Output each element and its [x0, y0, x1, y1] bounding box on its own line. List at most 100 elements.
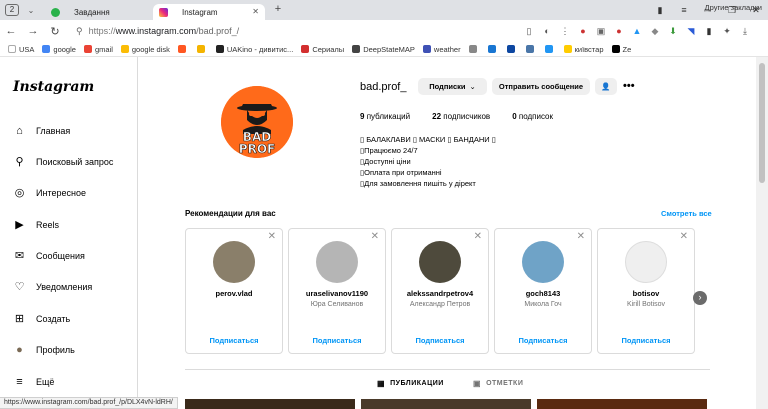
suggestion-username[interactable]: goch8143 [495, 289, 591, 298]
bookmark-item[interactable]: UAKino - дивитис... [215, 45, 293, 54]
sidebar-item-heart[interactable]: ♡ Уведомления [13, 280, 93, 293]
forward-icon[interactable]: → [22, 25, 44, 37]
scrollbar-thumb[interactable] [759, 63, 765, 183]
suggestion-card[interactable]: ✕ goch8143 Микола Гоч Подписаться [494, 228, 592, 354]
extension-icon[interactable]: ● [574, 26, 592, 36]
suggestion-card[interactable]: ✕ perov.vlad Подписаться [185, 228, 283, 354]
bookmark-page-icon[interactable]: ▯ [520, 26, 538, 37]
download-icon[interactable]: ⬇ [664, 26, 682, 37]
bookmark-item[interactable] [196, 45, 208, 53]
dismiss-icon[interactable]: ✕ [371, 231, 379, 242]
follow-button[interactable]: Подписаться [495, 336, 591, 345]
suggestion-username[interactable]: alekssandrpetrov4 [392, 289, 488, 298]
tab-tagged[interactable]: ▣ ОТМЕТКИ [473, 379, 523, 388]
tab-list-chevron-icon[interactable]: ⌄ [25, 6, 37, 15]
dismiss-icon[interactable]: ✕ [474, 231, 482, 242]
account-icon[interactable]: ◐ [538, 26, 556, 36]
extension-icon[interactable]: ● [610, 26, 628, 36]
bookmark-item[interactable] [177, 45, 189, 53]
extensions-icon[interactable]: ✦ [718, 26, 736, 37]
more-options-icon[interactable]: ••• [623, 80, 635, 92]
suggestion-avatar[interactable] [419, 241, 461, 283]
profile-avatar[interactable]: BAD PROF [221, 86, 293, 158]
extensions-more-icon[interactable]: ⋮ [556, 26, 574, 37]
see-all-link[interactable]: Смотреть все [661, 209, 712, 218]
extension-icon[interactable]: ▮ [700, 26, 718, 37]
bookmark-item[interactable] [487, 45, 499, 53]
suggestion-card[interactable]: ✕ alekssandrpetrov4 Александр Петров Подпис… [391, 228, 489, 354]
suggestion-avatar[interactable] [213, 241, 255, 283]
suggestion-avatar[interactable] [316, 241, 358, 283]
bookmark-item[interactable]: київстар [563, 45, 604, 54]
suggestion-avatar[interactable] [522, 241, 564, 283]
bookmark-item[interactable]: gmail [83, 45, 113, 54]
download-tray-icon[interactable]: ⤓ [736, 26, 754, 37]
sidebar-item-menu[interactable]: ≡ Ещё [13, 375, 54, 388]
sidebar-item-home[interactable]: ⌂ Главная [13, 124, 70, 137]
following-button[interactable]: Подписки ⌄ [418, 78, 487, 95]
bookmarks-icon[interactable]: ▮ [648, 5, 672, 16]
bookmark-item[interactable] [525, 45, 537, 53]
send-message-button[interactable]: Отправить сообщение [492, 78, 590, 95]
bookmark-item[interactable]: DeepStateMAP [352, 45, 415, 54]
dismiss-icon[interactable]: ✕ [680, 231, 688, 242]
site-info-icon[interactable]: ⚲ [76, 26, 83, 37]
messenger-icon: ✉ [14, 250, 25, 262]
post-thumbnail[interactable] [537, 399, 707, 409]
suggestion-card[interactable]: ✕ botisov Kirill Botisov Подписаться [597, 228, 695, 354]
suggestion-avatar[interactable] [625, 241, 667, 283]
tab-tasks[interactable]: Завдання [45, 4, 153, 20]
sidebar-item-avatar[interactable]: ● Профиль [13, 343, 75, 356]
bookmark-item[interactable]: google disk [120, 45, 170, 54]
bookmark-item[interactable] [506, 45, 518, 53]
suggestion-card[interactable]: ✕ uraselivanov1190 Юра Селиванов Подписатьс… [288, 228, 386, 354]
bookmark-item[interactable]: USA [8, 45, 34, 54]
post-thumbnail[interactable] [361, 399, 531, 409]
tab-posts[interactable]: ▦ ПУБЛИКАЦИИ [377, 379, 444, 388]
post-thumbnail[interactable] [185, 399, 355, 409]
suggestion-username[interactable]: uraselivanov1190 [289, 289, 385, 298]
sidebar-item-messenger[interactable]: ✉ Сообщения [13, 249, 85, 262]
extension-icon[interactable]: ▲ [628, 26, 646, 36]
extension-icon[interactable]: ◆ [646, 26, 664, 37]
close-tab-icon[interactable]: ✕ [252, 7, 259, 16]
address-bar[interactable]: ⚲ https:// www.instagram.com /bad.prof_/ [76, 23, 520, 39]
follow-button[interactable]: Подписаться [186, 336, 282, 345]
dismiss-icon[interactable]: ✕ [577, 231, 585, 242]
suggest-users-button[interactable]: 👤 [595, 78, 617, 95]
sidebar-item-reels[interactable]: ▶ Reels [13, 218, 59, 231]
back-icon[interactable]: ← [0, 25, 22, 37]
followers-count[interactable]: 22 подписчиков [432, 112, 490, 121]
bookmark-item[interactable]: Сериалы [301, 45, 344, 54]
instagram-logo[interactable]: Instagram [13, 79, 94, 95]
follow-button[interactable]: Подписаться [598, 336, 694, 345]
extension-icon[interactable]: ▣ [592, 26, 610, 37]
page-scrollbar[interactable] [756, 57, 768, 409]
next-suggestions-icon[interactable]: › [693, 291, 707, 305]
bookmark-item[interactable]: google [42, 45, 76, 54]
bookmark-item[interactable] [468, 45, 480, 53]
suggestion-username[interactable]: botisov [598, 289, 694, 298]
sidebar-item-search[interactable]: ⚲ Поисковый запрос [13, 155, 113, 168]
sidebar-item-compass[interactable]: ◎ Интересное [13, 186, 86, 199]
sidebar-item-create[interactable]: ⊞ Создать [13, 312, 70, 325]
sidebar-item-label: Поисковый запрос [36, 156, 114, 167]
bookmark-item[interactable]: weather [422, 45, 461, 54]
follow-button[interactable]: Подписаться [289, 336, 385, 345]
posts-count[interactable]: 9 публикаций [360, 112, 410, 121]
extension-icon[interactable]: ◥ [682, 26, 700, 37]
tab-instagram[interactable]: Instagram ✕ [153, 4, 265, 20]
bookmark-favicon-icon [42, 45, 51, 53]
tab-counter[interactable]: 2 [5, 4, 19, 16]
follow-button[interactable]: Подписаться [392, 336, 488, 345]
bookmark-item[interactable]: Ze [611, 45, 631, 54]
menu-icon[interactable]: ≡ [672, 5, 696, 15]
reload-icon[interactable]: ↻ [44, 25, 66, 38]
new-tab-button[interactable]: + [271, 3, 285, 17]
profile-main: BAD PROF bad.prof_ Подписки ⌄ Отправить … [139, 57, 756, 409]
bookmark-item[interactable] [544, 45, 556, 53]
dismiss-icon[interactable]: ✕ [268, 231, 276, 242]
other-bookmarks[interactable]: Другие закладки [705, 3, 762, 12]
following-count[interactable]: 0 подписок [512, 112, 553, 121]
suggestion-username[interactable]: perov.vlad [186, 289, 282, 298]
